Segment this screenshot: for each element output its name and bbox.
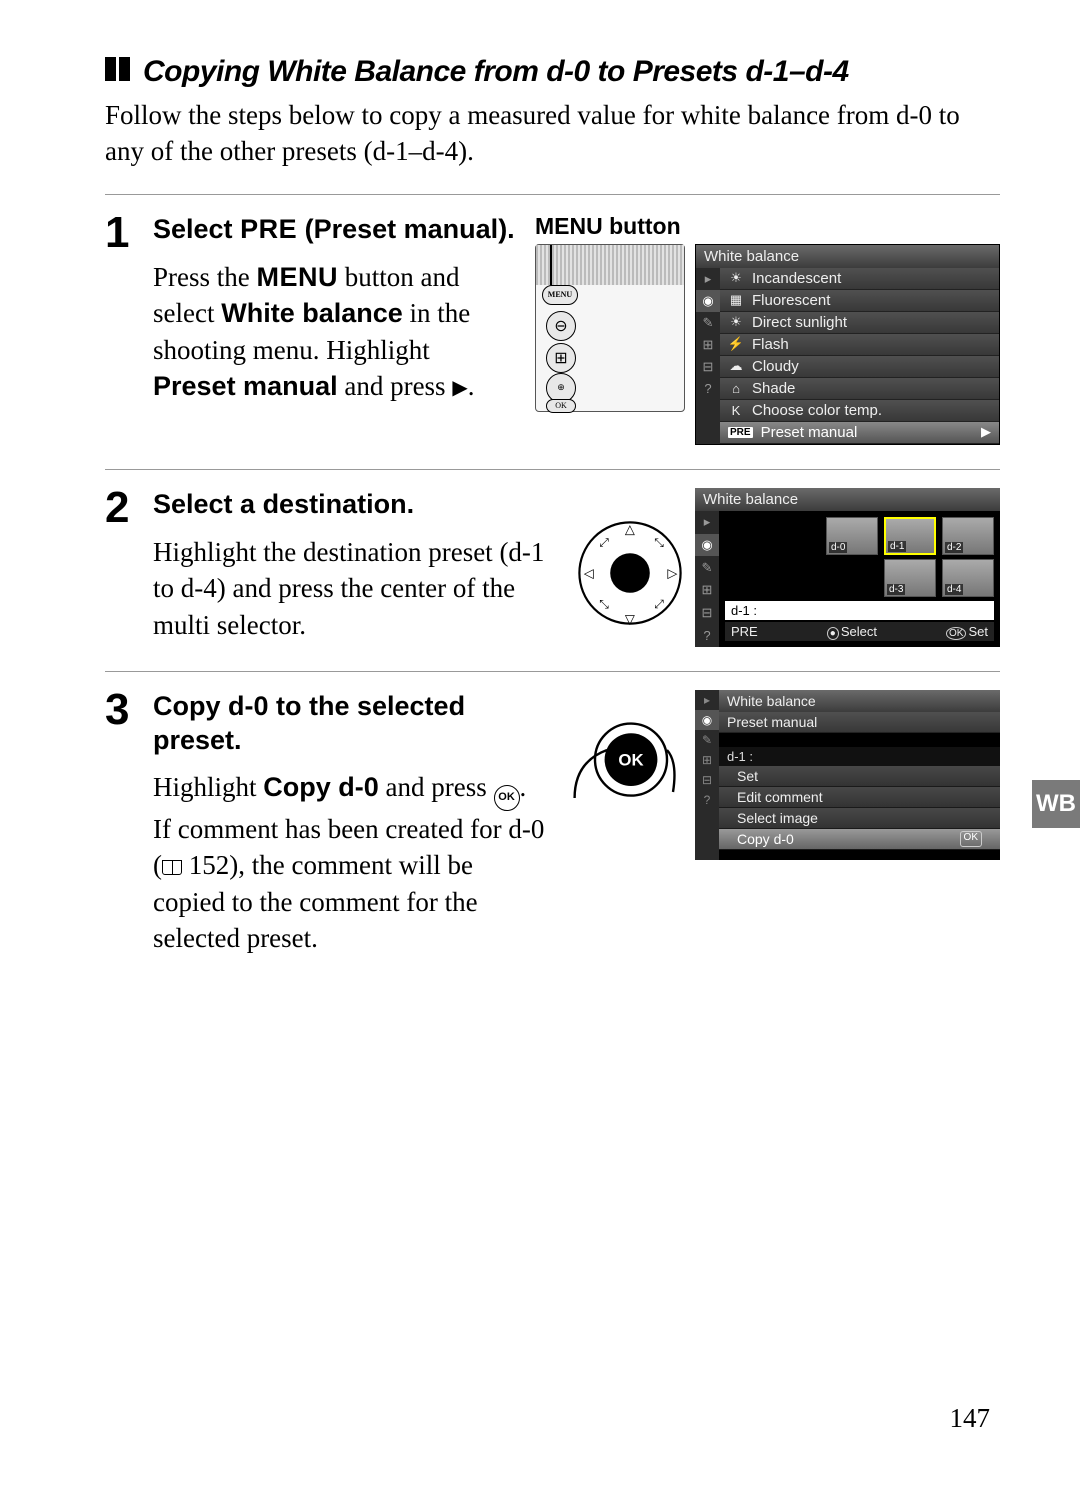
page-reference-icon [162,860,182,875]
copy-d0-item: Copy d-0OK [719,829,1000,850]
pm-field: d-1 : [719,747,1000,766]
pm-title: White balance [719,690,1000,712]
svg-text:⤢: ⤢ [598,535,609,549]
step-3-description: Highlight Copy d-0 and press OK. If comm… [153,769,547,956]
ok-button-illustration: OK [565,702,685,822]
sun-icon: ☀ [728,314,744,330]
preset-manual-menu: ▸◉✎⊞⊟? White balance Preset manual d-1 :… [695,690,1000,860]
svg-text:▷: ▷ [667,565,677,580]
pm-subtitle: Preset manual [719,712,1000,733]
white-balance-menu: White balance ▸◉✎⊞⊟? ☀Incandescent ▦Fluo… [695,244,1000,445]
bulb-icon: ☀ [728,270,744,286]
step-1-description: Press the MENU button and select White b… [153,259,517,405]
svg-text:⤡: ⤡ [654,535,664,549]
multi-selector-illustration: △ ▽ ◁ ▷ ⤢ ⤡ ⤡ ⤢ [575,518,685,628]
step-2: 2 Select a destination. Highlight the de… [105,469,1000,647]
pre-badge-icon: PRE [728,427,753,438]
step-2-heading: Select a destination. [153,488,557,522]
step-3-heading: Copy d-0 to the selected preset. [153,690,547,758]
wb-section-tab: WB [1032,780,1080,828]
page-number: 147 [950,1403,991,1434]
svg-text:▽: ▽ [625,611,635,626]
step-2-description: Highlight the destination preset (d-1 to… [153,534,557,643]
cloud-icon: ☁ [728,358,744,374]
step-3-number: 3 [105,688,153,732]
section-title-row: Copying White Balance from d-0 to Preset… [105,55,1000,89]
selected-preset-thumb: d-1 [884,517,936,555]
title-blocks-icon [105,57,133,86]
step-1: 1 Select PRE (Preset manual). Press the … [105,194,1000,445]
svg-text:◁: ◁ [584,565,594,580]
svg-text:OK: OK [618,750,643,769]
camera-illustration: MENU ⊖ ⊞ ⊕ OK [535,244,685,412]
step-1-heading: Select PRE (Preset manual). [153,213,517,247]
fluorescent-icon: ▦ [728,292,744,308]
right-arrow-icon: ▶ [452,375,467,402]
svg-text:△: △ [625,521,635,536]
menu-list: ☀Incandescent ▦Fluorescent ☀Direct sunli… [720,268,999,444]
ok-badge-icon: OK [960,831,982,847]
flash-icon: ⚡ [728,336,744,352]
ok-button-icon: OK [494,785,520,811]
section-title: Copying White Balance from d-0 to Preset… [143,55,849,88]
footer-pre: PRE [731,624,758,639]
step-3: 3 Copy d-0 to the selected preset. Highl… [105,671,1000,957]
preset-destination-screen: White balance ▸◉✎⊞⊟? d-0 d-1 d-2 d- [695,488,1000,647]
menu-title: White balance [696,245,999,268]
preset-field: d-1 : [725,601,994,620]
k-icon: K [728,403,744,418]
step-1-number: 1 [105,211,153,255]
preset-manual-item: PREPreset manual▶ [720,422,999,444]
right-arrow-icon: ▶ [981,424,991,440]
menu-label: MENU [257,262,339,292]
svg-text:⤡: ⤡ [599,597,609,611]
shade-icon: ⌂ [728,381,744,396]
intro-text: Follow the steps below to copy a measure… [105,97,1000,170]
menu-sidebar: ▸◉✎⊞⊟? [696,268,720,444]
svg-text:⤢: ⤢ [653,597,664,611]
step-2-number: 2 [105,486,153,530]
preset-title: White balance [695,488,1000,511]
pre-label: PRE [240,214,297,244]
menu-button-label: MENU button [535,213,681,240]
